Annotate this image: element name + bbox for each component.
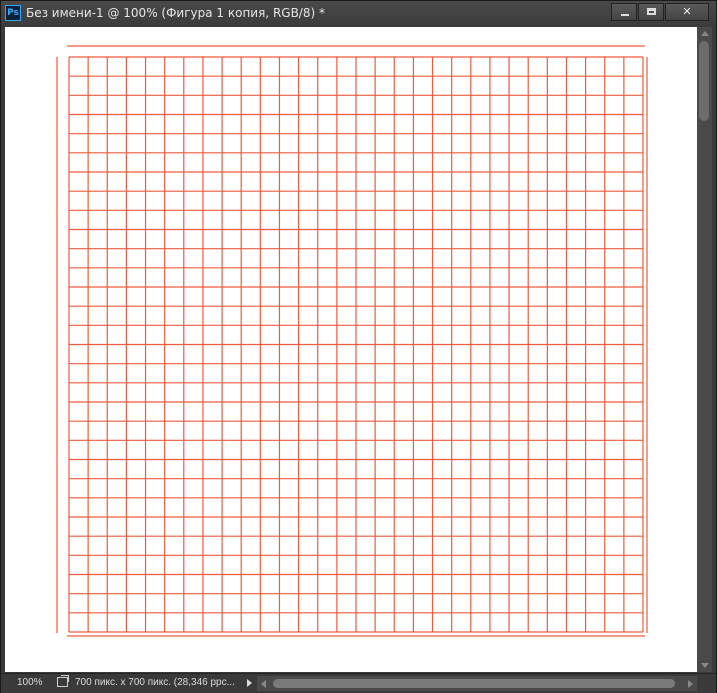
- vertical-scrollbar[interactable]: [697, 27, 712, 672]
- close-icon: ✕: [682, 6, 692, 18]
- horizontal-scroll-thumb[interactable]: [273, 679, 675, 688]
- status-bar: 100% 700 пикс. x 700 пикс. (28,346 ppc..…: [1, 673, 716, 693]
- minimize-button[interactable]: [611, 3, 637, 21]
- horizontal-scrollbar[interactable]: [257, 676, 697, 691]
- export-icon[interactable]: [57, 675, 69, 687]
- scroll-up-arrow-icon[interactable]: [701, 31, 709, 36]
- maximize-icon: [647, 8, 656, 15]
- window-title: Без имени-1 @ 100% (Фигура 1 копия, RGB/…: [26, 6, 325, 20]
- document-info: 700 пикс. x 700 пикс. (28,346 ppc...: [75, 677, 235, 688]
- document-window: Ps Без имени-1 @ 100% (Фигура 1 копия, R…: [0, 0, 717, 693]
- zoom-level-field[interactable]: 100%: [5, 675, 49, 691]
- scroll-right-arrow-icon[interactable]: [688, 680, 693, 688]
- document-canvas[interactable]: [5, 27, 697, 672]
- close-button[interactable]: ✕: [665, 3, 709, 21]
- photoshop-logo-icon: Ps: [5, 5, 21, 21]
- grid-artwork: [56, 45, 648, 637]
- title-bar[interactable]: Ps Без имени-1 @ 100% (Фигура 1 копия, R…: [1, 1, 716, 25]
- vertical-scroll-thumb[interactable]: [699, 41, 709, 121]
- scroll-left-arrow-icon[interactable]: [261, 680, 266, 688]
- scroll-down-arrow-icon[interactable]: [701, 663, 709, 668]
- info-menu-arrow-icon[interactable]: [247, 679, 252, 687]
- maximize-button[interactable]: [638, 3, 664, 21]
- minimize-icon: [621, 14, 629, 16]
